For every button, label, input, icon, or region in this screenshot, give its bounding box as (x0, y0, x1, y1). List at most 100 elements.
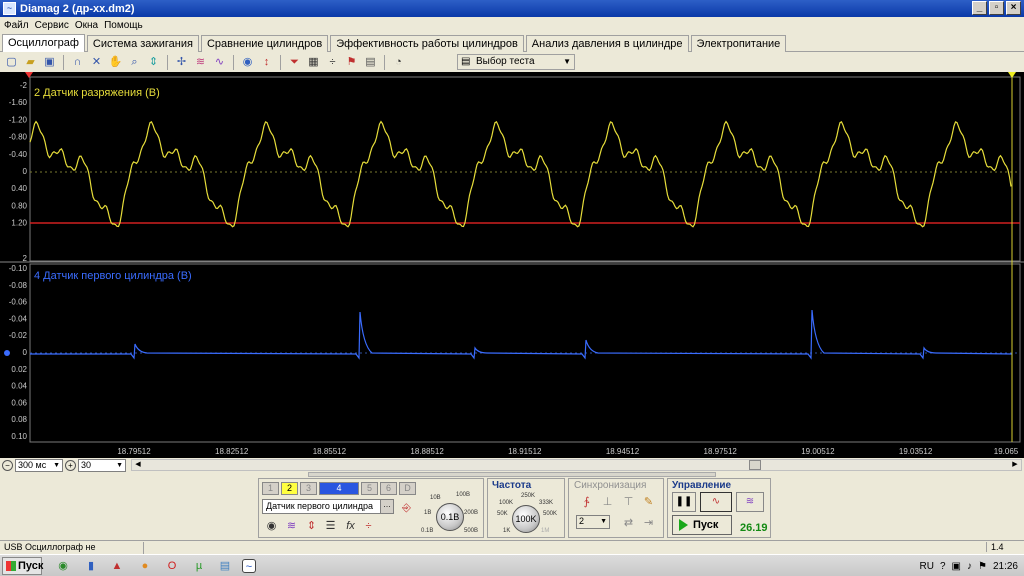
language-indicator[interactable]: RU (920, 561, 934, 572)
expand-icon[interactable]: ✢ (173, 54, 190, 70)
sync-auto-icon[interactable]: ✎ (640, 494, 657, 510)
menu-windows[interactable]: Окна (75, 20, 98, 31)
timer-icon[interactable]: ◔ (390, 54, 407, 70)
control-title: Управление (672, 480, 732, 491)
filter-icon[interactable]: ⏷ (286, 54, 303, 70)
channel-name-field[interactable]: Датчик первого цилиндра … (262, 499, 394, 514)
new-file-icon[interactable]: ▢ (3, 54, 20, 70)
test-selector[interactable]: ▤ Выбор теста ▼ (457, 54, 575, 70)
tab-pressure-analysis[interactable]: Анализ давления в цилиндре (525, 35, 689, 52)
pause-button[interactable]: ❚❚ (672, 492, 696, 512)
channel-button-2[interactable]: 2 (281, 482, 298, 495)
scroll-right-icon[interactable]: ▶ (1009, 460, 1021, 470)
open-folder-icon[interactable]: ▰ (22, 54, 39, 70)
restore-button[interactable]: ▫ (989, 1, 1004, 15)
voltage-knob[interactable]: 0.1В (436, 503, 464, 531)
sine-mode-button[interactable]: ∿ (700, 492, 732, 512)
tray-sound-icon[interactable]: ♪ (967, 561, 972, 572)
invert-icon[interactable]: ≋ (283, 518, 300, 534)
scroll-thumb[interactable] (749, 460, 761, 470)
eye-icon[interactable]: ◉ (263, 518, 280, 534)
tray-network-icon[interactable]: ▣ (952, 561, 961, 572)
diamag-task-icon[interactable]: ~ (242, 559, 256, 573)
chevron-down-icon: ▼ (116, 461, 123, 469)
sync-rising-icon[interactable]: ∱ (578, 494, 595, 510)
voltage-label-1v: 1В (424, 510, 432, 516)
channel-button-6[interactable]: 6 (380, 482, 397, 495)
flag-icon[interactable]: ⚑ (343, 54, 360, 70)
hand-pan-icon[interactable]: ✋ (107, 54, 124, 70)
start-button[interactable]: Пуск (672, 515, 732, 535)
sync-up-icon[interactable]: ⊥ (599, 494, 616, 510)
save-icon[interactable]: ▣ (41, 54, 58, 70)
sync-down-icon[interactable]: ⊤ (620, 494, 637, 510)
channel-button-4[interactable]: 4 (319, 482, 359, 495)
menu-file[interactable]: Файл (4, 20, 29, 31)
math-icon[interactable]: ÷ (360, 518, 377, 534)
frequency-label-50k: 50K (497, 511, 508, 517)
explorer-icon[interactable]: ▮ (84, 559, 98, 573)
fit-icon[interactable]: ⇕ (145, 54, 162, 70)
document-icon[interactable]: ▤ (362, 54, 379, 70)
tab-cylinder-efficiency[interactable]: Эффективность работы цилиндров (330, 35, 524, 52)
torrent-icon[interactable]: µ (192, 559, 206, 573)
channel4-offset-marker[interactable] (4, 350, 10, 356)
menu-help[interactable]: Помощь (104, 20, 143, 31)
voltage-label-10v: 10В (430, 495, 441, 501)
table-icon[interactable]: ▦ (305, 54, 322, 70)
zero-icon[interactable]: ↕ (258, 54, 275, 70)
app-red-icon[interactable]: ▲ (110, 559, 124, 573)
scroll-left-icon[interactable]: ◀ (132, 460, 144, 470)
channel4-tick-label: 0.02 (11, 365, 27, 374)
channel-button-d[interactable]: D (399, 482, 416, 495)
close-button[interactable]: × (1006, 1, 1021, 15)
minimize-button[interactable]: _ (972, 1, 987, 15)
cursor-arc-icon[interactable]: ∩ (69, 54, 86, 70)
tray-flag-icon[interactable]: ⚑ (978, 561, 987, 572)
time-tick-label: 18.79512 (117, 447, 151, 456)
tab-power-supply[interactable]: Электропитание (690, 35, 787, 52)
channel-button-1[interactable]: 1 (262, 482, 279, 495)
probe-icon[interactable]: ⎆ (398, 500, 415, 516)
zoom-icon[interactable]: ⌕ (126, 54, 143, 70)
document-app-icon[interactable]: ▤ (218, 559, 232, 573)
tab-oscilloscope[interactable]: Осциллограф (2, 34, 85, 52)
right-cursor-marker[interactable] (1008, 72, 1016, 78)
oscilloscope-area[interactable]: 2 Датчик разряжения (В) -2 -1.60 -1.20 -0.8… (0, 72, 1024, 458)
count-plus-icon[interactable]: + (65, 459, 76, 471)
function-icon[interactable]: fx (342, 518, 359, 534)
timebase-minus-icon[interactable]: − (2, 459, 13, 471)
tray-help-icon[interactable]: ? (940, 561, 946, 572)
count-select[interactable]: 30 ▼ (78, 458, 126, 472)
channel-button-3[interactable]: 3 (300, 482, 317, 495)
wave-icon[interactable]: ∿ (211, 54, 228, 70)
multi-wave-button[interactable]: ≋ (736, 492, 764, 512)
panel-scrollbar[interactable] (308, 472, 716, 477)
timebase-select[interactable]: 300 мс ▼ (15, 458, 63, 472)
opera-icon[interactable]: O (165, 559, 179, 573)
sync-channel-select[interactable]: 2 ▼ (576, 515, 610, 529)
overlay-icon[interactable]: ≋ (192, 54, 209, 70)
channel-button-5[interactable]: 5 (361, 482, 378, 495)
divider-icon[interactable]: ÷ (324, 54, 341, 70)
chevron-down-icon: ▼ (563, 57, 571, 66)
chrome-icon[interactable]: ◉ (56, 559, 70, 573)
auto-icon[interactable]: ◉ (239, 54, 256, 70)
tab-ignition-system[interactable]: Система зажигания (86, 35, 199, 52)
sync-level-icon[interactable]: ⇄ (620, 515, 637, 531)
cursor-cross-icon[interactable]: ✕ (88, 54, 105, 70)
frequency-knob[interactable]: 100K (512, 505, 540, 533)
vertical-arrows-icon[interactable]: ⇕ (303, 518, 320, 534)
lines-icon[interactable]: ☰ (322, 518, 339, 534)
oscilloscope-plot[interactable]: 2 Датчик разряжения (В) -2 -1.60 -1.20 -0.8… (0, 72, 1024, 458)
left-cursor-marker[interactable] (25, 72, 33, 78)
sync-shift-icon[interactable]: ⇥ (640, 515, 657, 531)
horizontal-scrollbar[interactable]: ◀ ▶ (131, 459, 1022, 471)
browse-button[interactable]: … (380, 500, 393, 513)
channel4-tick-label: 0.08 (11, 415, 27, 424)
orange-app-icon[interactable]: ● (138, 559, 152, 573)
sync-title: Синхронизация (574, 480, 647, 491)
start-button-taskbar[interactable]: Пуск (2, 557, 43, 575)
menu-service[interactable]: Сервис (35, 20, 69, 31)
tab-cylinder-comparison[interactable]: Сравнение цилиндров (200, 35, 329, 52)
